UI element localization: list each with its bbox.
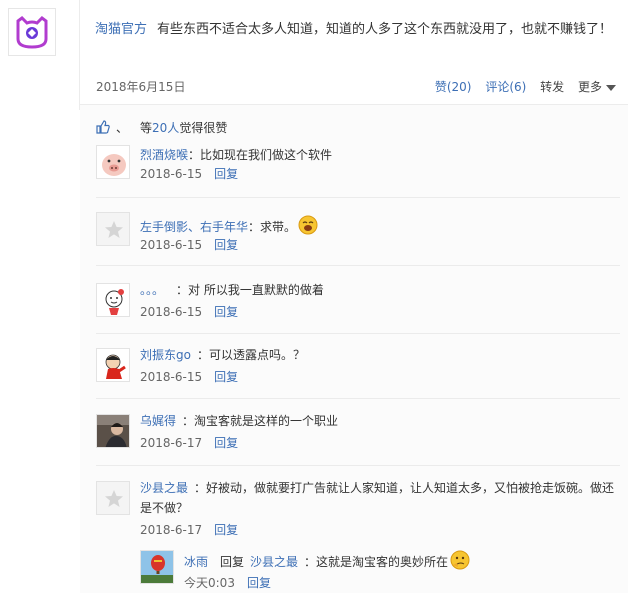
post-author[interactable]: 淘猫官方 [95, 22, 147, 37]
reply-button[interactable]: 回复 [214, 436, 238, 450]
crying-face-emoji-icon [298, 215, 318, 241]
comment-body: 冰雨 回复 沙县之最 ：这就是淘宝客的奥妙所在 [184, 550, 628, 576]
commenter-name[interactable]: 烈酒烧喉 [140, 148, 188, 162]
comment-meta: 2018-6-17 回复 [140, 521, 238, 538]
comment-date: 2018-6-17 [140, 436, 203, 450]
comment-separator [96, 465, 620, 466]
hot-air-balloon-avatar-icon [141, 551, 173, 583]
comment-separator [96, 398, 620, 399]
tmall-cat-logo-icon [16, 16, 48, 49]
comment-date: 2018-6-17 [140, 523, 203, 537]
avatar-divider [79, 0, 80, 110]
like-button[interactable]: 赞(20) [435, 80, 472, 94]
default-star-avatar-icon [97, 213, 129, 245]
comment-date: 2018-6-15 [140, 305, 203, 319]
comment-text: ：求带。 [248, 220, 297, 234]
avatar[interactable] [140, 550, 174, 584]
avatar[interactable] [96, 145, 130, 179]
commenter-name[interactable]: 冰雨 [184, 555, 208, 569]
comment-body: 。。。 ：对 所以我一直默默的做着 [140, 280, 620, 300]
comment-date: 2018-6-15 [140, 370, 203, 384]
commenter-name[interactable]: 左手倒影、右手年华 [140, 220, 248, 234]
comment-separator [96, 265, 620, 266]
post-date: 2018年6月15日 [96, 80, 186, 94]
default-star-avatar-icon [97, 482, 129, 514]
avatar[interactable] [96, 414, 130, 448]
likes-summary: 、等20人觉得很赞 [96, 119, 227, 137]
comment-date: 今天0:03 [184, 576, 235, 590]
avatar[interactable] [96, 283, 130, 317]
reply-button[interactable]: 回复 [214, 167, 238, 181]
comment-text: ：这就是淘宝客的奥妙所在 [304, 555, 449, 569]
comment-meta: 2018-6-15 回复 [140, 236, 238, 253]
comment-body: 沙县之最 ：好被动，做就要打广告就让人家知道，让人知道太多，又怕被抢走饭碗。做还是… [140, 478, 620, 518]
cartoon-avatar-icon [97, 284, 129, 316]
comment-text: ：可以透露点吗。？ [196, 348, 305, 362]
thinking-face-emoji-icon [450, 550, 470, 576]
reply-button[interactable]: 回复 [214, 305, 238, 319]
avatar[interactable] [96, 348, 130, 382]
avatar[interactable] [96, 212, 130, 246]
comment-text: ：淘宝客就是这样的一个职业 [182, 414, 339, 428]
more-button[interactable]: 更多 [578, 80, 616, 94]
post-content: 淘猫官方 有些东西不适合太多人知道，知道的人多了这个东西就没用了，也就不赚钱了！ [95, 18, 620, 42]
commenter-name[interactable]: 刘振东go [140, 348, 191, 362]
thumbs-up-icon [96, 120, 110, 137]
comment-body: 乌娓得 ：淘宝客就是这样的一个职业 [140, 411, 620, 431]
comment-date: 2018-6-15 [140, 238, 203, 252]
comment-meta: 2018-6-15 回复 [140, 303, 238, 320]
comment-text: ：比如现在我们做这个软件 [188, 148, 333, 162]
comment-body: 刘振东go ：可以透露点吗。？ [140, 345, 620, 365]
reply-button[interactable]: 回复 [247, 576, 271, 590]
likes-prefix: 等 [140, 121, 153, 135]
comment-text: ：对 所以我一直默默的做着 [176, 283, 324, 297]
comment-meta: 2018-6-15 回复 [140, 368, 238, 385]
likes-count[interactable]: 20人 [152, 121, 179, 135]
author-avatar[interactable] [8, 8, 56, 56]
likes-suffix: 觉得很赞 [179, 121, 228, 135]
forward-button[interactable]: 转发 [540, 80, 564, 94]
reply-button[interactable]: 回复 [214, 238, 238, 252]
comment-separator [96, 333, 620, 334]
avatar[interactable] [96, 481, 130, 515]
comment-button[interactable]: 评论(6) [485, 80, 526, 94]
pig-avatar-icon [97, 146, 129, 178]
reply-target[interactable]: 沙县之最 [250, 555, 298, 569]
red-cartoon-avatar-icon [97, 349, 129, 381]
comment-meta: 2018-6-17 回复 [140, 434, 238, 451]
chevron-down-icon [606, 84, 616, 91]
likes-separator: 、 [116, 121, 129, 135]
comment-separator [96, 197, 620, 198]
reply-word: 回复 [220, 555, 245, 569]
comment-meta: 今天0:03 回复 [184, 574, 271, 591]
reply-button[interactable]: 回复 [214, 370, 238, 384]
commenter-name[interactable]: 沙县之最 [140, 481, 188, 495]
comment-body: 烈酒烧喉：比如现在我们做这个软件 [140, 145, 620, 165]
comment-date: 2018-6-15 [140, 167, 203, 181]
comment-text: ：好被动，做就要打广告就让人家知道，让人知道太多，又怕被抢走饭碗。做还是不做？ [140, 481, 615, 515]
post-actions: 赞(20) 评论(6) 转发 更多 [425, 78, 616, 95]
post-text: 有些东西不适合太多人知道，知道的人多了这个东西就没用了，也就不赚钱了！ [157, 22, 613, 37]
comment-meta: 2018-6-15 回复 [140, 165, 238, 182]
reply-button[interactable]: 回复 [214, 523, 238, 537]
more-label: 更多 [577, 80, 602, 94]
photo-avatar-icon [97, 415, 129, 447]
commenter-name[interactable]: 。。。 [140, 283, 158, 297]
commenter-name[interactable]: 乌娓得 [140, 414, 176, 428]
